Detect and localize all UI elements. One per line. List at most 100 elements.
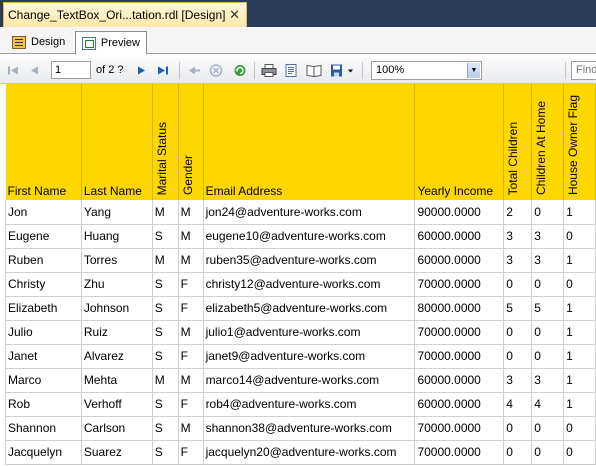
cell-yearly-income: 70000.0000	[414, 439, 505, 465]
cell-first-name: Jacquelyn	[5, 439, 82, 465]
cell-email: christy12@adventure-works.com	[202, 271, 416, 297]
cell-house-owner-flag: 0	[563, 223, 596, 249]
cell-children-at-home: 0	[531, 271, 565, 297]
cell-children-at-home: 0	[531, 343, 565, 369]
cell-marital-status: S	[151, 391, 179, 417]
first-page-icon[interactable]	[6, 62, 20, 79]
next-page-icon[interactable]	[134, 62, 148, 79]
tab-design-label: Design	[31, 36, 66, 48]
cell-house-owner-flag: 1	[563, 247, 596, 273]
toolbar-separator	[565, 62, 566, 79]
last-page-icon[interactable]	[156, 62, 170, 79]
chevron-down-icon[interactable]: ▼	[467, 63, 480, 78]
print-icon[interactable]	[261, 62, 277, 79]
cell-yearly-income: 90000.0000	[414, 200, 505, 225]
cell-first-name: Julio	[5, 319, 82, 345]
column-header-first-name: First Name	[5, 84, 82, 200]
cell-total-children: 0	[503, 319, 533, 345]
tab-design[interactable]: Design	[6, 31, 72, 54]
cell-gender: F	[177, 391, 204, 417]
cell-total-children: 3	[503, 367, 533, 393]
cell-first-name: Eugene	[5, 223, 82, 249]
cell-total-children: 0	[503, 343, 533, 369]
column-header-yearly-income: Yearly Income	[414, 84, 505, 200]
page-number-input[interactable]: 1	[51, 61, 91, 79]
cell-yearly-income: 80000.0000	[414, 295, 505, 321]
report-header-row: First Name Last Name Marital Status Gend…	[5, 84, 596, 200]
document-tab[interactable]: Change_TextBox_Ori...tation.rdl [Design]…	[3, 2, 247, 27]
cell-first-name: Shannon	[5, 415, 82, 441]
cell-email: jacquelyn20@adventure-works.com	[202, 439, 416, 465]
find-input[interactable]: Find	[571, 61, 596, 80]
cell-gender: M	[177, 415, 204, 441]
cell-first-name: Janet	[5, 343, 82, 369]
cell-children-at-home: 0	[531, 415, 565, 441]
cell-total-children: 4	[503, 391, 533, 417]
cell-first-name: Jon	[5, 200, 82, 225]
table-row: Janet Alvarez S Fjanet9@adventure-works.com…	[5, 343, 596, 369]
column-header-marital-status: Marital Status	[152, 84, 179, 200]
cell-first-name: Ruben	[5, 247, 82, 273]
cell-house-owner-flag: 1	[563, 391, 596, 417]
table-row: Julio Ruiz S Mjulio1@adventure-works.com 700…	[5, 319, 596, 345]
cell-gender: M	[177, 319, 204, 345]
toolbar-separator	[362, 62, 363, 79]
report-table: First Name Last Name Marital Status Gend…	[5, 84, 596, 465]
cell-children-at-home: 0	[531, 200, 565, 225]
cell-total-children: 0	[503, 271, 533, 297]
table-row: Marco Mehta M Mmarco14@adventure-works.com 6…	[5, 367, 596, 393]
cell-house-owner-flag: 1	[563, 200, 596, 225]
stop-icon[interactable]	[209, 62, 223, 79]
cell-house-owner-flag: 1	[563, 343, 596, 369]
cell-first-name: Elizabeth	[5, 295, 82, 321]
cell-email: eugene10@adventure-works.com	[202, 223, 416, 249]
view-tabs: Design Preview	[0, 27, 596, 55]
cell-yearly-income: 70000.0000	[414, 415, 505, 441]
preview-icon	[82, 37, 96, 50]
document-tab-strip: Change_TextBox_Ori...tation.rdl [Design]…	[0, 0, 596, 27]
cell-marital-status: S	[151, 439, 179, 465]
cell-email: janet9@adventure-works.com	[202, 343, 416, 369]
cell-marital-status: S	[151, 415, 179, 441]
cell-email: julio1@adventure-works.com	[202, 319, 416, 345]
cell-total-children: 2	[503, 200, 533, 225]
export-icon[interactable]	[330, 62, 346, 79]
cell-last-name: Johnson	[80, 295, 153, 321]
cell-email: elizabeth5@adventure-works.com	[202, 295, 416, 321]
page-setup-icon[interactable]	[306, 62, 322, 79]
tab-preview[interactable]: Preview	[75, 31, 147, 55]
table-row: Jon Yang M Mjon24@adventure-works.com 90000.…	[5, 200, 596, 225]
table-row: Christy Zhu S Fchristy12@adventure-works.co…	[5, 271, 596, 297]
cell-email: jon24@adventure-works.com	[202, 200, 416, 225]
cell-children-at-home: 3	[531, 247, 565, 273]
report-body: Jon Yang M Mjon24@adventure-works.com 90000.…	[5, 200, 596, 465]
cell-marital-status: S	[151, 343, 179, 369]
cell-first-name: Christy	[5, 271, 82, 297]
cell-marital-status: M	[151, 247, 179, 273]
column-header-total-children: Total Children	[503, 84, 533, 200]
cell-email: ruben35@adventure-works.com	[202, 247, 416, 273]
cell-house-owner-flag: 0	[563, 271, 596, 297]
previous-page-icon[interactable]	[28, 62, 42, 79]
refresh-icon[interactable]	[233, 62, 247, 79]
cell-yearly-income: 70000.0000	[414, 343, 505, 369]
tab-preview-label: Preview	[100, 37, 140, 49]
zoom-select[interactable]: 100% ▼	[371, 61, 482, 80]
table-row: Jacquelyn Suarez S Fjacquelyn20@adventure-w…	[5, 439, 596, 465]
cell-gender: F	[177, 439, 204, 465]
cell-first-name: Rob	[5, 391, 82, 417]
report-toolbar: 1 of 2 ? 100% ▼ Find	[0, 58, 596, 84]
cell-house-owner-flag: 1	[563, 319, 596, 345]
page-count-label: of 2 ?	[96, 64, 124, 76]
print-layout-icon[interactable]	[284, 62, 298, 79]
export-dropdown-icon[interactable]	[347, 62, 354, 79]
cell-gender: F	[177, 295, 204, 321]
back-icon[interactable]	[187, 62, 201, 79]
cell-house-owner-flag: 0	[563, 439, 596, 465]
table-row: Shannon Carlson S Mshannon38@adventure-work…	[5, 415, 596, 441]
cell-gender: M	[177, 367, 204, 393]
close-icon[interactable]: ✕	[229, 7, 240, 23]
cell-gender: M	[177, 223, 204, 249]
cell-last-name: Zhu	[80, 271, 153, 297]
column-header-gender: Gender	[178, 84, 204, 200]
